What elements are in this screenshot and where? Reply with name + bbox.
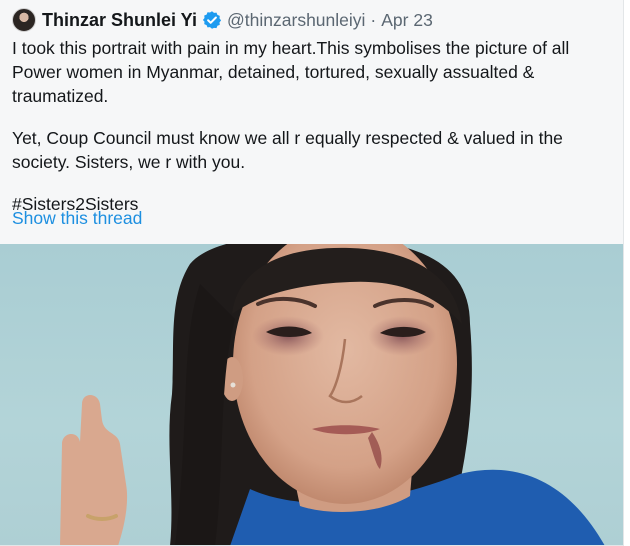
portrait-image bbox=[60, 244, 605, 545]
tweet-paragraph: Yet, Coup Council must know we all r equ… bbox=[12, 128, 563, 172]
tweet-body: I took this portrait with pain in my hea… bbox=[12, 36, 618, 216]
avatar[interactable] bbox=[12, 8, 36, 32]
author-handle[interactable]: @thinzarshunleiyi bbox=[227, 10, 365, 31]
tweet-card[interactable]: Thinzar Shunlei Yi @thinzarshunleiyi · A… bbox=[0, 0, 624, 546]
tweet-header: Thinzar Shunlei Yi @thinzarshunleiyi · A… bbox=[12, 8, 433, 32]
tweet-date[interactable]: Apr 23 bbox=[381, 10, 433, 31]
tweet-photo[interactable] bbox=[0, 244, 623, 545]
meta-separator: · bbox=[370, 9, 377, 30]
verified-badge-icon bbox=[202, 11, 222, 29]
show-thread-link[interactable]: Show this thread bbox=[12, 206, 142, 230]
author-name[interactable]: Thinzar Shunlei Yi bbox=[42, 10, 197, 31]
tweet-paragraph: I took this portrait with pain in my hea… bbox=[12, 38, 570, 106]
